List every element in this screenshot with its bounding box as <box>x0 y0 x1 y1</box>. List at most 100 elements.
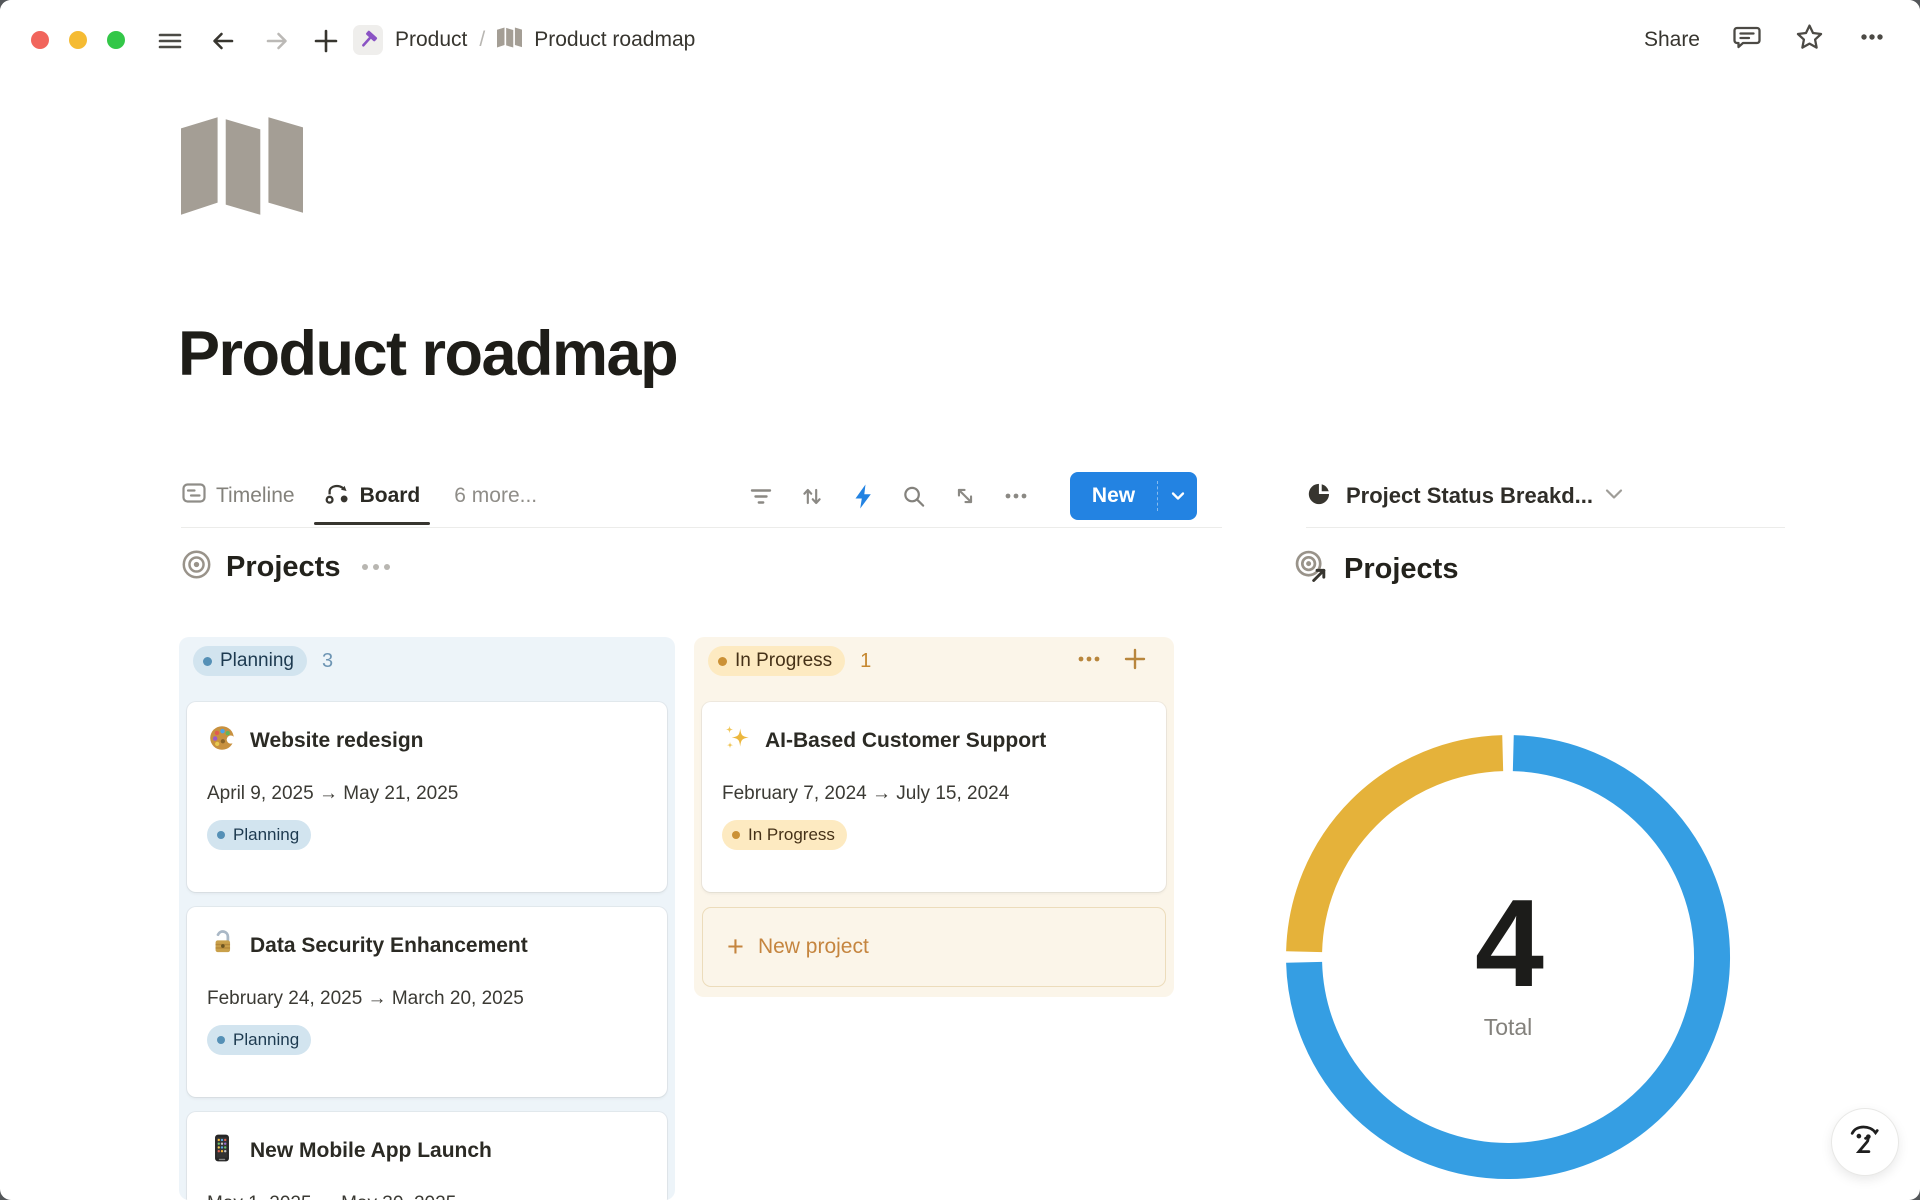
hamburger-menu-icon[interactable] <box>156 27 184 55</box>
expand-icon[interactable] <box>952 483 978 509</box>
close-window-button[interactable] <box>31 31 49 49</box>
automation-bolt-icon[interactable] <box>850 483 876 509</box>
status-dot <box>217 831 225 839</box>
chevron-down-icon[interactable] <box>1605 487 1623 505</box>
card-title: New Mobile App Launch <box>250 1139 492 1163</box>
board-section-title: Projects <box>226 551 340 584</box>
forward-icon[interactable] <box>263 27 291 55</box>
donut-total-label: Total <box>1408 1014 1608 1041</box>
column-in-progress-header: In Progress 1 <box>708 645 1160 677</box>
plus-icon: + <box>727 933 744 962</box>
chart-selector-bar: Project Status Breakd... <box>1306 465 1785 528</box>
card-status-label: In Progress <box>748 825 835 845</box>
status-pill-label: In Progress <box>735 650 832 672</box>
board-section-head: Projects <box>181 549 390 585</box>
timeline-icon <box>181 480 207 512</box>
card-title: Website redesign <box>250 729 424 753</box>
sort-icon[interactable] <box>799 483 825 509</box>
star-icon[interactable] <box>1794 22 1825 59</box>
chart-selector-label[interactable]: Project Status Breakd... <box>1346 483 1593 509</box>
comment-icon[interactable] <box>1732 22 1762 58</box>
new-project-button[interactable]: + New project <box>702 907 1166 987</box>
column-planning: Planning 3 Website redesign April 9, 202… <box>179 637 675 1200</box>
project-card-ai-support[interactable]: AI-Based Customer Support February 7, 20… <box>702 702 1166 892</box>
app-window: Product / Product roadmap Share Product … <box>0 0 1920 1200</box>
card-title: AI-Based Customer Support <box>765 729 1046 753</box>
project-card-data-security[interactable]: Data Security Enhancement February 24, 2… <box>187 907 667 1097</box>
column-in-progress: In Progress 1 AI-Based Cus <box>694 637 1174 997</box>
project-card-mobile-app[interactable]: New Mobile App Launch May 1, 2025 → May … <box>187 1112 667 1200</box>
product-app-icon[interactable] <box>353 25 383 55</box>
status-dot <box>217 1036 225 1044</box>
share-button[interactable]: Share <box>1644 28 1700 52</box>
filter-icon[interactable] <box>748 483 774 509</box>
card-dates: February 7, 2024 → July 15, 2024 <box>722 783 1146 805</box>
chevron-down-icon[interactable] <box>1159 491 1197 501</box>
status-pill-in-progress[interactable]: In Progress <box>708 646 845 676</box>
map-icon <box>497 27 522 54</box>
breadcrumb-page[interactable]: Product roadmap <box>534 28 695 52</box>
view-options-icon[interactable] <box>1003 483 1029 509</box>
breadcrumb-separator: / <box>479 28 485 52</box>
status-pill-label: Planning <box>220 650 294 672</box>
pie-chart-icon <box>1306 480 1334 513</box>
view-toolbar: New <box>748 472 1222 520</box>
status-pill-planning[interactable]: Planning <box>193 646 307 676</box>
new-tab-plus-icon[interactable] <box>312 27 340 55</box>
column-more-icon[interactable] <box>1076 646 1102 677</box>
chart-section-head: Projects <box>1294 549 1458 590</box>
new-project-label: New project <box>758 935 869 959</box>
donut-total-value: 4 <box>1408 882 1608 1006</box>
more-icon[interactable] <box>1857 22 1887 58</box>
board-columns: Planning 3 Website redesign April 9, 202… <box>179 637 1174 1200</box>
card-status-label: Planning <box>233 825 299 845</box>
column-count: 1 <box>860 650 871 673</box>
card-status-label: Planning <box>233 1030 299 1050</box>
tab-timeline[interactable]: Timeline <box>181 465 295 527</box>
status-dot <box>732 831 740 839</box>
open-lock-icon <box>207 928 237 963</box>
page-title: Product roadmap <box>178 318 677 390</box>
tab-board[interactable]: Board <box>324 465 421 527</box>
assistant-button[interactable] <box>1832 1109 1898 1175</box>
target-icon <box>181 549 212 585</box>
assistant-face-icon <box>1846 1120 1884 1165</box>
minimize-window-button[interactable] <box>69 31 87 49</box>
board-icon <box>324 480 351 513</box>
column-actions <box>1076 646 1148 677</box>
card-dates: February 24, 2025 → March 20, 2025 <box>207 988 647 1010</box>
section-more-button[interactable] <box>362 564 390 570</box>
card-title: Data Security Enhancement <box>250 934 528 958</box>
linked-target-icon <box>1294 549 1330 590</box>
new-button[interactable]: New <box>1070 472 1197 520</box>
card-dates: May 1, 2025 → May 30, 2025 <box>207 1193 647 1200</box>
titlebar-actions: Share <box>1644 0 1887 80</box>
column-count: 3 <box>322 650 333 673</box>
view-tab-bar: Timeline Board 6 more... <box>181 465 1222 528</box>
card-status-tag: Planning <box>207 820 311 850</box>
palette-icon <box>207 723 237 758</box>
column-add-icon[interactable] <box>1122 646 1148 677</box>
breadcrumb: Product / Product roadmap <box>353 0 695 80</box>
project-card-website-redesign[interactable]: Website redesign April 9, 2025 → May 21,… <box>187 702 667 892</box>
page-icon-map[interactable] <box>181 115 303 222</box>
window-controls <box>31 31 125 49</box>
tab-timeline-label: Timeline <box>216 484 295 508</box>
sparkles-icon <box>722 723 752 758</box>
tab-board-label: Board <box>360 484 421 508</box>
search-icon[interactable] <box>901 483 927 509</box>
card-status-tag: Planning <box>207 1025 311 1055</box>
new-button-label: New <box>1070 484 1157 508</box>
window-titlebar: Product / Product roadmap Share <box>0 0 1920 80</box>
chart-section-title[interactable]: Projects <box>1344 553 1458 586</box>
back-icon[interactable] <box>209 27 237 55</box>
zoom-window-button[interactable] <box>107 31 125 49</box>
column-planning-header: Planning 3 <box>193 645 661 677</box>
status-dot <box>718 657 727 666</box>
breadcrumb-team[interactable]: Product <box>395 28 467 52</box>
mobile-phone-icon <box>207 1133 237 1168</box>
card-status-tag: In Progress <box>722 820 847 850</box>
status-dot <box>203 657 212 666</box>
more-views-button[interactable]: 6 more... <box>454 484 537 508</box>
card-dates: April 9, 2025 → May 21, 2025 <box>207 783 647 805</box>
